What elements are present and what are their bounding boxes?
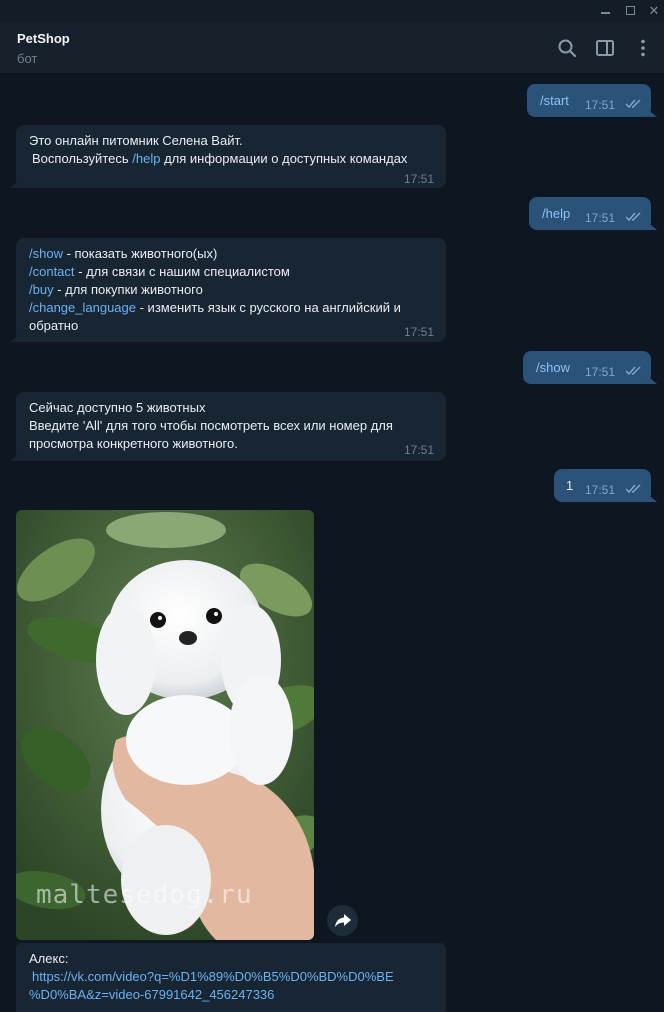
command-link-buy[interactable]: /buy bbox=[29, 282, 54, 297]
message-outgoing[interactable]: 1 17:51 bbox=[554, 469, 651, 502]
command-link-show[interactable]: /show bbox=[29, 246, 63, 261]
command-description: - показать животного(ых) bbox=[62, 246, 218, 261]
window-title-bar: ✕ bbox=[0, 0, 664, 22]
minimize-icon[interactable] bbox=[597, 3, 613, 19]
message-time: 17:51 bbox=[585, 211, 616, 225]
command-link-help[interactable]: /help bbox=[132, 151, 160, 166]
double-check-icon bbox=[625, 366, 641, 376]
video-link[interactable]: https://vk.com/video?q=%D1%89%D0%B5%D0%B… bbox=[32, 968, 394, 986]
message-outgoing[interactable]: /start 17:51 bbox=[527, 84, 651, 117]
message-incoming[interactable]: Алекс: https://vk.com/video?q=%D1%89%D0%… bbox=[16, 943, 446, 1012]
command-description: - для покупки животного bbox=[53, 282, 203, 297]
message-time: 17:51 bbox=[404, 325, 435, 339]
share-button[interactable] bbox=[327, 905, 358, 936]
message-time: 17:51 bbox=[404, 443, 435, 457]
message-time: 17:51 bbox=[585, 365, 616, 379]
video-link[interactable]: %D0%BA&z=video-67991642_456247336 bbox=[29, 986, 274, 1004]
double-check-icon bbox=[625, 212, 641, 222]
chat-subtitle: бот bbox=[17, 51, 38, 66]
message-incoming[interactable]: Это онлайн питомник Селена Вайт. Восполь… bbox=[16, 125, 446, 188]
maximize-icon[interactable] bbox=[622, 3, 638, 19]
double-check-icon bbox=[625, 99, 641, 109]
message-text: Воспользуйтесь bbox=[32, 151, 129, 166]
message-outgoing[interactable]: /help 17:51 bbox=[529, 197, 651, 230]
message-text: Сейчас доступно 5 животных bbox=[29, 400, 206, 415]
message-time: 17:51 bbox=[404, 172, 435, 186]
message-text: Введите 'All' для того чтобы посмотреть … bbox=[29, 418, 393, 433]
message-text: просмотра конкретного животного. bbox=[29, 436, 238, 451]
message-text: /help bbox=[542, 206, 571, 221]
command-description: - для связи с нашим специалистом bbox=[74, 264, 290, 279]
double-check-icon bbox=[625, 484, 641, 494]
side-panel-icon[interactable] bbox=[594, 37, 616, 59]
chat-title[interactable]: PetShop bbox=[17, 31, 70, 46]
message-text: Это онлайн питомник Селена Вайт. bbox=[29, 133, 243, 148]
message-incoming[interactable]: Сейчас доступно 5 животных Введите 'All'… bbox=[16, 392, 446, 461]
message-time: 17:51 bbox=[585, 483, 616, 497]
command-description: - изменить язык с русского на английский… bbox=[136, 300, 401, 315]
photo-watermark: maltesedog.ru bbox=[36, 880, 253, 910]
search-icon[interactable] bbox=[556, 37, 578, 59]
message-outgoing[interactable]: /show 17:51 bbox=[523, 351, 651, 384]
command-link-contact[interactable]: /contact bbox=[29, 264, 75, 279]
dog-photo-illustration bbox=[16, 510, 314, 940]
message-text: 1 bbox=[566, 478, 574, 493]
message-incoming[interactable]: /show - показать животного(ых) /contact … bbox=[16, 238, 446, 342]
message-text: обратно bbox=[29, 318, 79, 333]
message-text: /start bbox=[540, 93, 569, 108]
message-text: для информации о доступных командах bbox=[164, 151, 408, 166]
chat-header: PetShop бот bbox=[0, 22, 664, 74]
close-icon[interactable]: ✕ bbox=[646, 3, 662, 19]
message-text: Алекс: bbox=[29, 951, 69, 966]
command-link-change-language[interactable]: /change_language bbox=[29, 300, 136, 315]
more-vertical-icon[interactable] bbox=[632, 37, 654, 59]
message-time: 17:51 bbox=[585, 98, 616, 112]
message-text: /show bbox=[536, 360, 570, 375]
dog-photo[interactable]: maltesedog.ru bbox=[16, 510, 314, 940]
share-icon bbox=[335, 914, 351, 927]
